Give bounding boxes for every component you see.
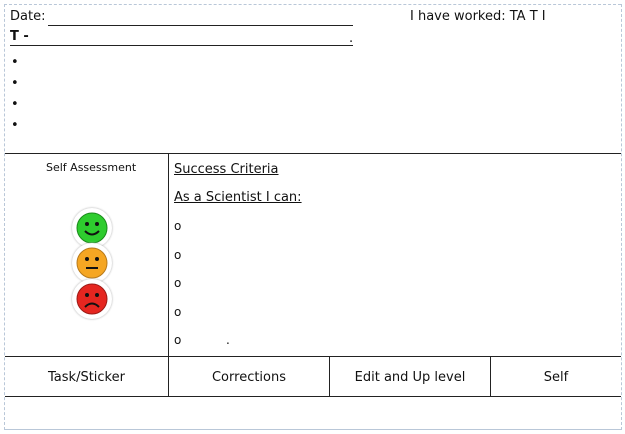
title-end-dot: . xyxy=(349,31,354,46)
neutral-face-icon[interactable] xyxy=(72,243,112,283)
date-field-line[interactable] xyxy=(48,25,353,26)
edit-up-level-cell: Edit and Up level xyxy=(354,369,466,385)
success-criteria-subheading: As a Scientist I can: xyxy=(174,190,302,205)
bullet-point: • xyxy=(11,97,19,112)
page-frame-top xyxy=(4,4,621,5)
bullet-point: • xyxy=(11,118,19,133)
bullet-point: • xyxy=(11,55,19,70)
criteria-item: o xyxy=(174,276,182,290)
self-cell: Self xyxy=(543,369,569,385)
worked-label: I have worked: TA T I xyxy=(410,9,546,24)
self-assessment-title: Self Assessment xyxy=(46,161,137,174)
criteria-item: o xyxy=(174,333,182,347)
bullet-point: • xyxy=(11,76,19,91)
date-label: Date: xyxy=(10,9,46,24)
page-frame-bottom xyxy=(4,429,621,430)
sad-face-icon[interactable] xyxy=(72,279,112,319)
criteria-item: o xyxy=(174,219,182,233)
happy-face-icon[interactable] xyxy=(72,208,112,248)
corrections-cell: Corrections xyxy=(211,369,287,385)
task-sticker-cell: Task/Sticker xyxy=(48,369,125,385)
criteria-end-dot: . xyxy=(226,333,230,347)
criteria-item: o xyxy=(174,305,182,319)
page-frame-right xyxy=(621,4,622,430)
table-top-rule xyxy=(5,153,621,154)
title-field-line[interactable] xyxy=(10,45,353,46)
title-label: T - xyxy=(10,29,29,44)
success-criteria-heading: Success Criteria xyxy=(174,162,279,177)
criteria-item: o xyxy=(174,248,182,262)
